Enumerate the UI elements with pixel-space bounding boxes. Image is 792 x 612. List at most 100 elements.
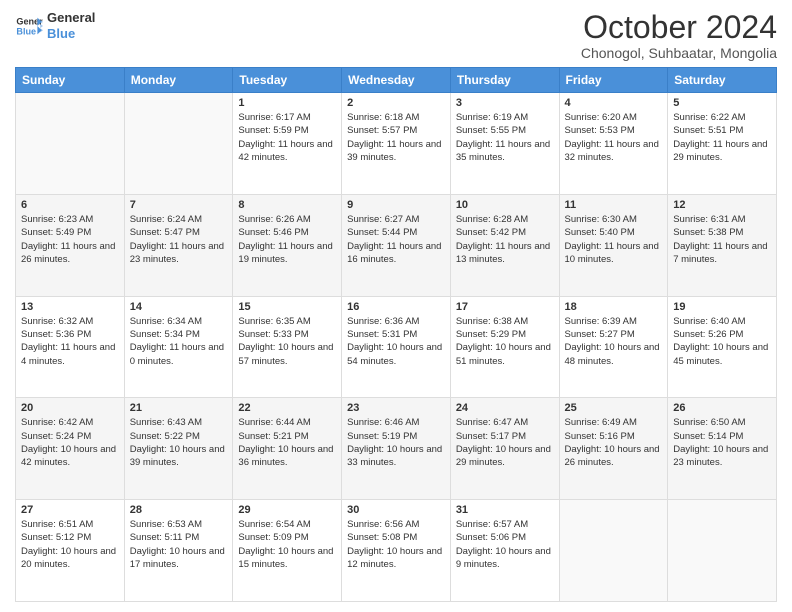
- logo: General Blue General Blue: [15, 10, 95, 41]
- day-number: 9: [347, 199, 445, 211]
- day-number: 28: [130, 504, 228, 516]
- calendar-cell: 6 Sunrise: 6:23 AM Sunset: 5:49 PM Daylig…: [16, 194, 125, 296]
- day-info: Sunrise: 6:50 AM Sunset: 5:14 PM Dayligh…: [673, 416, 771, 469]
- calendar-cell: 24 Sunrise: 6:47 AM Sunset: 5:17 PM Dayli…: [450, 398, 559, 500]
- day-number: 15: [238, 301, 336, 313]
- logo-icon: General Blue: [15, 12, 43, 40]
- day-number: 5: [673, 97, 771, 109]
- day-number: 8: [238, 199, 336, 211]
- day-info: Sunrise: 6:39 AM Sunset: 5:27 PM Dayligh…: [565, 315, 663, 368]
- calendar-cell: [559, 500, 668, 602]
- day-info: Sunrise: 6:57 AM Sunset: 5:06 PM Dayligh…: [456, 518, 554, 571]
- calendar-body: 1Sunrise: 6:17 AM Sunset: 5:59 PM Daylig…: [16, 93, 777, 602]
- logo-text: General Blue: [47, 10, 95, 41]
- day-info: Sunrise: 6:42 AM Sunset: 5:24 PM Dayligh…: [21, 416, 119, 469]
- subtitle: Chonogol, Suhbaatar, Mongolia: [581, 45, 777, 61]
- day-info: Sunrise: 6:54 AM Sunset: 5:09 PM Dayligh…: [238, 518, 336, 571]
- day-info: Sunrise: 6:53 AM Sunset: 5:11 PM Dayligh…: [130, 518, 228, 571]
- calendar-table: SundayMondayTuesdayWednesdayThursdayFrid…: [15, 67, 777, 602]
- calendar-cell: 17 Sunrise: 6:38 AM Sunset: 5:29 PM Dayli…: [450, 296, 559, 398]
- day-info: Sunrise: 6:43 AM Sunset: 5:22 PM Dayligh…: [130, 416, 228, 469]
- svg-text:Blue: Blue: [16, 26, 36, 36]
- calendar-week-3: 20Sunrise: 6:42 AM Sunset: 5:24 PM Dayli…: [16, 398, 777, 500]
- day-number: 6: [21, 199, 119, 211]
- calendar-cell: 30 Sunrise: 6:56 AM Sunset: 5:08 PM Dayli…: [342, 500, 451, 602]
- logo-line1: General: [47, 10, 95, 26]
- calendar-cell: 19 Sunrise: 6:40 AM Sunset: 5:26 PM Dayli…: [668, 296, 777, 398]
- day-number: 18: [565, 301, 663, 313]
- day-info: Sunrise: 6:22 AM Sunset: 5:51 PM Dayligh…: [673, 111, 771, 164]
- day-info: Sunrise: 6:19 AM Sunset: 5:55 PM Dayligh…: [456, 111, 554, 164]
- day-info: Sunrise: 6:24 AM Sunset: 5:47 PM Dayligh…: [130, 213, 228, 266]
- day-info: Sunrise: 6:36 AM Sunset: 5:31 PM Dayligh…: [347, 315, 445, 368]
- calendar-cell: 8Sunrise: 6:26 AM Sunset: 5:46 PM Daylig…: [233, 194, 342, 296]
- weekday-header-wednesday: Wednesday: [342, 68, 451, 93]
- calendar-cell: 27Sunrise: 6:51 AM Sunset: 5:12 PM Dayli…: [16, 500, 125, 602]
- calendar-header: SundayMondayTuesdayWednesdayThursdayFrid…: [16, 68, 777, 93]
- calendar-cell: 28 Sunrise: 6:53 AM Sunset: 5:11 PM Dayli…: [124, 500, 233, 602]
- calendar-cell: 13 Sunrise: 6:32 AM Sunset: 5:36 PM Dayli…: [16, 296, 125, 398]
- calendar-week-4: 27Sunrise: 6:51 AM Sunset: 5:12 PM Dayli…: [16, 500, 777, 602]
- weekday-header-monday: Monday: [124, 68, 233, 93]
- calendar-cell: 15 Sunrise: 6:35 AM Sunset: 5:33 PM Dayli…: [233, 296, 342, 398]
- day-info: Sunrise: 6:28 AM Sunset: 5:42 PM Dayligh…: [456, 213, 554, 266]
- day-number: 1: [238, 97, 336, 109]
- calendar-cell: 12Sunrise: 6:31 AM Sunset: 5:38 PM Dayli…: [668, 194, 777, 296]
- day-number: 19: [673, 301, 771, 313]
- calendar-cell: 5 Sunrise: 6:22 AM Sunset: 5:51 PM Daylig…: [668, 93, 777, 195]
- calendar-cell: 2Sunrise: 6:18 AM Sunset: 5:57 PM Daylig…: [342, 93, 451, 195]
- calendar-cell: 10Sunrise: 6:28 AM Sunset: 5:42 PM Dayli…: [450, 194, 559, 296]
- day-info: Sunrise: 6:27 AM Sunset: 5:44 PM Dayligh…: [347, 213, 445, 266]
- calendar-cell: 21 Sunrise: 6:43 AM Sunset: 5:22 PM Dayli…: [124, 398, 233, 500]
- day-number: 21: [130, 402, 228, 414]
- day-number: 13: [21, 301, 119, 313]
- day-info: Sunrise: 6:40 AM Sunset: 5:26 PM Dayligh…: [673, 315, 771, 368]
- calendar-week-0: 1Sunrise: 6:17 AM Sunset: 5:59 PM Daylig…: [16, 93, 777, 195]
- day-info: Sunrise: 6:51 AM Sunset: 5:12 PM Dayligh…: [21, 518, 119, 571]
- calendar-cell: [124, 93, 233, 195]
- calendar-cell: 18 Sunrise: 6:39 AM Sunset: 5:27 PM Dayli…: [559, 296, 668, 398]
- day-info: Sunrise: 6:56 AM Sunset: 5:08 PM Dayligh…: [347, 518, 445, 571]
- day-number: 30: [347, 504, 445, 516]
- day-info: Sunrise: 6:34 AM Sunset: 5:34 PM Dayligh…: [130, 315, 228, 368]
- day-number: 24: [456, 402, 554, 414]
- day-info: Sunrise: 6:32 AM Sunset: 5:36 PM Dayligh…: [21, 315, 119, 368]
- header: General Blue General Blue October 2024 C…: [15, 10, 777, 61]
- weekday-header-friday: Friday: [559, 68, 668, 93]
- day-info: Sunrise: 6:47 AM Sunset: 5:17 PM Dayligh…: [456, 416, 554, 469]
- calendar-cell: [668, 500, 777, 602]
- calendar-cell: 7 Sunrise: 6:24 AM Sunset: 5:47 PM Daylig…: [124, 194, 233, 296]
- calendar-cell: 3 Sunrise: 6:19 AM Sunset: 5:55 PM Daylig…: [450, 93, 559, 195]
- calendar-cell: 26Sunrise: 6:50 AM Sunset: 5:14 PM Dayli…: [668, 398, 777, 500]
- day-number: 22: [238, 402, 336, 414]
- calendar-cell: [16, 93, 125, 195]
- day-number: 31: [456, 504, 554, 516]
- calendar-cell: 25Sunrise: 6:49 AM Sunset: 5:16 PM Dayli…: [559, 398, 668, 500]
- day-info: Sunrise: 6:20 AM Sunset: 5:53 PM Dayligh…: [565, 111, 663, 164]
- calendar-cell: 29 Sunrise: 6:54 AM Sunset: 5:09 PM Dayli…: [233, 500, 342, 602]
- day-info: Sunrise: 6:18 AM Sunset: 5:57 PM Dayligh…: [347, 111, 445, 164]
- calendar-week-1: 6 Sunrise: 6:23 AM Sunset: 5:49 PM Daylig…: [16, 194, 777, 296]
- day-info: Sunrise: 6:44 AM Sunset: 5:21 PM Dayligh…: [238, 416, 336, 469]
- day-number: 7: [130, 199, 228, 211]
- weekday-header-sunday: Sunday: [16, 68, 125, 93]
- weekday-header-row: SundayMondayTuesdayWednesdayThursdayFrid…: [16, 68, 777, 93]
- day-number: 11: [565, 199, 663, 211]
- day-number: 4: [565, 97, 663, 109]
- day-number: 17: [456, 301, 554, 313]
- day-info: Sunrise: 6:35 AM Sunset: 5:33 PM Dayligh…: [238, 315, 336, 368]
- calendar-cell: 9 Sunrise: 6:27 AM Sunset: 5:44 PM Daylig…: [342, 194, 451, 296]
- day-info: Sunrise: 6:23 AM Sunset: 5:49 PM Dayligh…: [21, 213, 119, 266]
- day-number: 3: [456, 97, 554, 109]
- calendar-cell: 14Sunrise: 6:34 AM Sunset: 5:34 PM Dayli…: [124, 296, 233, 398]
- month-title: October 2024: [581, 10, 777, 45]
- day-number: 29: [238, 504, 336, 516]
- weekday-header-saturday: Saturday: [668, 68, 777, 93]
- day-number: 25: [565, 402, 663, 414]
- calendar-cell: 23Sunrise: 6:46 AM Sunset: 5:19 PM Dayli…: [342, 398, 451, 500]
- title-block: October 2024 Chonogol, Suhbaatar, Mongol…: [581, 10, 777, 61]
- day-info: Sunrise: 6:38 AM Sunset: 5:29 PM Dayligh…: [456, 315, 554, 368]
- calendar-cell: 1Sunrise: 6:17 AM Sunset: 5:59 PM Daylig…: [233, 93, 342, 195]
- day-info: Sunrise: 6:46 AM Sunset: 5:19 PM Dayligh…: [347, 416, 445, 469]
- calendar-week-2: 13 Sunrise: 6:32 AM Sunset: 5:36 PM Dayli…: [16, 296, 777, 398]
